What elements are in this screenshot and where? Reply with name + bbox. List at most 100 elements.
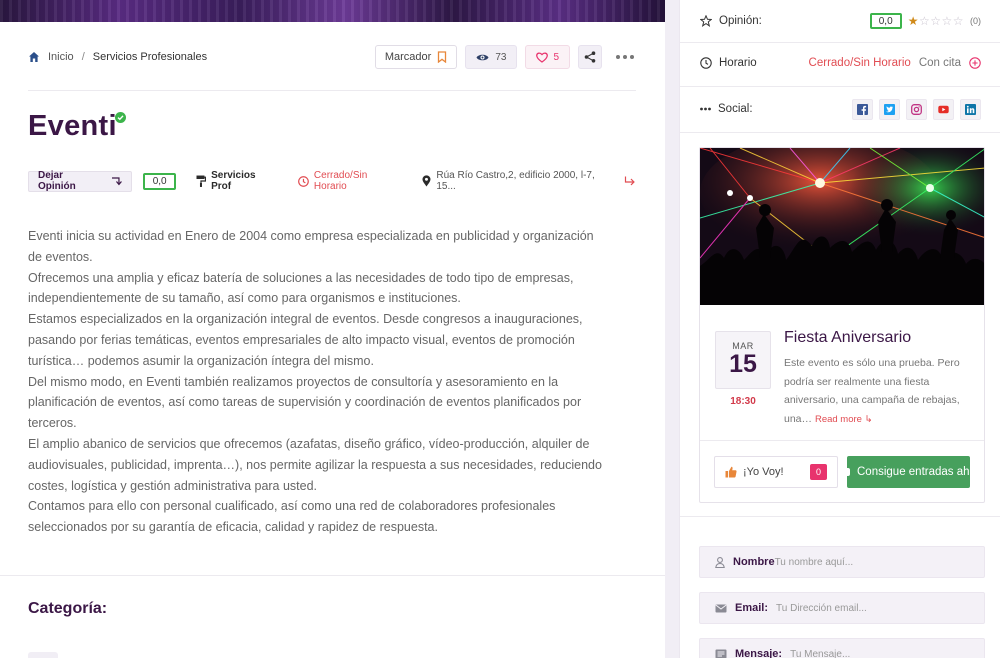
arrow-return-icon xyxy=(112,176,123,185)
breadcrumb: Inicio / Servicios Profesionales xyxy=(28,51,207,63)
likes-count: 5 xyxy=(553,51,559,63)
opening-status-label: Cerrado/Sin Horario xyxy=(313,170,368,192)
category-label: Servicios Prof xyxy=(211,170,256,192)
category-chip[interactable] xyxy=(28,652,58,658)
category-link[interactable]: Servicios Prof xyxy=(196,170,278,192)
breadcrumb-current[interactable]: Servicios Profesionales xyxy=(93,51,207,63)
leave-review-button[interactable]: Dejar Opinión xyxy=(28,170,133,192)
bookmark-label: Marcador xyxy=(384,51,432,63)
event-title[interactable]: Fiesta Aniversario xyxy=(784,329,911,347)
divider xyxy=(0,575,665,576)
youtube-icon xyxy=(938,105,949,113)
message-label: Mensaje: xyxy=(735,648,783,658)
message-icon xyxy=(715,649,727,658)
read-more-label: Read more xyxy=(814,413,862,425)
linkedin-icon xyxy=(965,103,976,115)
linkedin-link[interactable] xyxy=(960,98,981,120)
bookmark-button[interactable]: Marcador xyxy=(374,45,458,69)
going-button[interactable]: ¡Yo Voy! 0 xyxy=(714,456,838,488)
event-time: 18:30 xyxy=(730,396,756,407)
listing-toolbar: Inicio / Servicios Profesionales Marcado… xyxy=(28,44,636,70)
instagram-icon xyxy=(911,103,922,115)
home-icon[interactable] xyxy=(28,51,40,63)
twitter-link[interactable] xyxy=(879,98,900,120)
hero-image xyxy=(0,0,665,22)
paint-roller-icon xyxy=(196,175,207,187)
address-text: Rúa Río Castro,2, edificio 2000, l-7, 15… xyxy=(436,170,595,192)
email-placeholder: Tu Dirección email... xyxy=(776,602,867,614)
eye-icon xyxy=(476,54,489,60)
plus-circle-icon[interactable] xyxy=(969,57,981,69)
views-count: 73 xyxy=(495,51,507,63)
clock-icon xyxy=(700,57,712,69)
facebook-icon xyxy=(857,103,868,115)
appointment-label: Con cita xyxy=(918,57,961,69)
sidebar-schedule-row: Horario Cerrado/Sin Horario Con cita xyxy=(680,50,1000,76)
listing-actions: Marcador 73 5 xyxy=(374,45,636,69)
going-label: ¡Yo Voy! xyxy=(743,466,784,478)
name-placeholder: Tu nombre aquí... xyxy=(774,556,854,568)
share-button[interactable] xyxy=(578,45,602,69)
description-paragraph: Eventi inicia su actividad en Enero de 2… xyxy=(28,229,594,264)
breadcrumb-separator: / xyxy=(81,51,85,63)
instagram-link[interactable] xyxy=(906,98,927,120)
name-field[interactable]: Nombre Tu nombre aquí... xyxy=(699,546,985,578)
social-links xyxy=(852,98,981,120)
divider xyxy=(680,42,1000,43)
bookmark-icon xyxy=(438,51,447,63)
more-options-icon[interactable] xyxy=(614,55,636,59)
leave-review-label: Dejar Opinión xyxy=(38,170,76,192)
map-pin-icon xyxy=(422,175,431,187)
sidebar-opinion-row: Opinión: 0,0 ★☆☆☆☆ (0) xyxy=(680,10,1000,32)
event-description: Este evento es sólo una prueba. Pero pod… xyxy=(784,354,970,429)
read-more-link[interactable]: Read more ↳ xyxy=(815,414,873,425)
star-filled-icon: ★ xyxy=(907,14,919,28)
description-paragraph: Estamos especializados en la organizació… xyxy=(28,312,583,368)
listing-description: Eventi inicia su actividad en Enero de 2… xyxy=(28,226,610,538)
opinion-score: 0,0 xyxy=(869,13,902,29)
event-date: MAR 15 xyxy=(715,331,771,389)
description-paragraph: El amplio abanico de servicios que ofrec… xyxy=(28,436,602,493)
email-label: Email: xyxy=(735,602,769,614)
name-label: Nombre xyxy=(733,556,775,568)
views-button[interactable]: 73 xyxy=(465,45,518,69)
star-empty-icon: ☆☆☆☆ xyxy=(918,14,964,28)
page-title: Eventi xyxy=(28,110,117,142)
schedule-label: Horario xyxy=(719,57,757,69)
sidebar-social-row: Social: xyxy=(680,96,1000,122)
opinion-label: Opinión: xyxy=(719,15,762,27)
heart-icon xyxy=(536,52,549,63)
main-content: Inicio / Servicios Profesionales Marcado… xyxy=(0,0,665,658)
description-paragraph: Del mismo modo, en Eventi también realiz… xyxy=(28,374,582,431)
event-day: 15 xyxy=(729,350,757,378)
rating-score: 0,0 xyxy=(143,172,177,190)
rating-stars: ★☆☆☆☆ xyxy=(908,14,964,28)
description-paragraph: Contamos para ello con personal cualific… xyxy=(28,499,556,535)
event-card: MAR 15 18:30 Fiesta Aniversario Este eve… xyxy=(699,147,985,503)
user-icon xyxy=(715,556,725,568)
like-button[interactable]: 5 xyxy=(525,45,570,69)
youtube-link[interactable] xyxy=(933,98,954,120)
event-image[interactable] xyxy=(700,148,984,305)
divider xyxy=(680,132,1000,133)
message-field[interactable]: Mensaje: Tu Mensaje... xyxy=(699,638,985,658)
divider xyxy=(700,440,984,441)
envelope-icon xyxy=(715,604,727,612)
divider xyxy=(680,86,1000,87)
directions-icon[interactable] xyxy=(624,176,636,186)
message-placeholder: Tu Mensaje... xyxy=(790,648,851,658)
divider xyxy=(680,516,1000,517)
facebook-link[interactable] xyxy=(852,98,873,120)
get-tickets-button[interactable]: Consigue entradas aho xyxy=(847,456,970,488)
divider xyxy=(28,90,636,91)
verified-icon xyxy=(115,112,126,123)
going-count: 0 xyxy=(810,464,827,480)
breadcrumb-home[interactable]: Inicio xyxy=(48,51,74,63)
schedule-status: Cerrado/Sin Horario xyxy=(808,57,911,69)
share-icon xyxy=(584,51,596,63)
description-paragraph: Ofrecemos una amplia y eficaz batería de… xyxy=(28,270,574,306)
address-link[interactable]: Rúa Río Castro,2, edificio 2000, l-7, 15… xyxy=(422,170,616,192)
email-field[interactable]: Email: Tu Dirección email... xyxy=(699,592,985,624)
opening-status[interactable]: Cerrado/Sin Horario xyxy=(298,170,402,192)
category-heading: Categoría: xyxy=(28,600,108,617)
